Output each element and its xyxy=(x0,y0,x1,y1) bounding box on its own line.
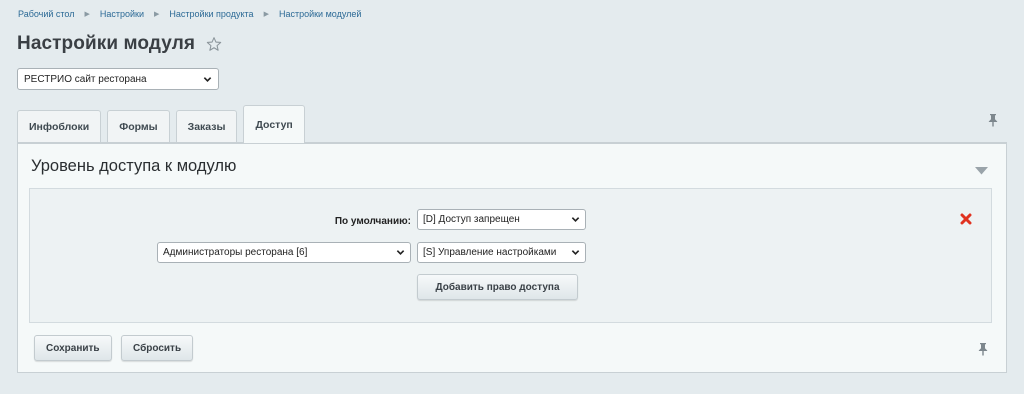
title-row: Настройки модуля xyxy=(17,33,222,55)
site-select[interactable]: РЕСТРИО сайт ресторана xyxy=(17,68,219,90)
breadcrumb-separator-icon: ▶ xyxy=(263,11,269,18)
tab-bar: Инфоблоки Формы Заказы Доступ xyxy=(17,104,311,143)
site-select-value: РЕСТРИО сайт ресторана xyxy=(24,73,147,85)
access-rights-box: По умолчанию: [D] Доступ запрещен Админи… xyxy=(29,188,992,323)
page-title: Настройки модуля xyxy=(17,33,196,54)
breadcrumb-desktop[interactable]: Рабочий стол xyxy=(18,9,75,19)
default-access-value: [D] Доступ запрещен xyxy=(423,214,520,225)
tab-access[interactable]: Доступ xyxy=(243,105,305,143)
pin-icon[interactable] xyxy=(977,342,989,356)
chevron-down-icon xyxy=(571,248,580,257)
tab-iblocks[interactable]: Инфоблоки xyxy=(17,110,102,142)
chevron-down-icon xyxy=(571,215,580,224)
user-group-select[interactable]: Администраторы ресторана [6] xyxy=(157,242,411,263)
breadcrumb-separator-icon: ▶ xyxy=(84,11,90,18)
section-title: Уровень доступа к модулю xyxy=(31,157,237,175)
delete-icon[interactable] xyxy=(960,212,972,225)
reset-button[interactable]: Сбросить xyxy=(121,335,194,361)
access-panel: Уровень доступа к модулю По умолчанию: [… xyxy=(17,142,1007,373)
breadcrumb: Рабочий стол ▶ Настройки ▶ Настройки про… xyxy=(18,9,361,19)
chevron-down-icon xyxy=(396,248,405,257)
chevron-down-icon xyxy=(203,75,212,84)
group-access-select[interactable]: [S] Управление настройками xyxy=(417,242,586,263)
save-button[interactable]: Сохранить xyxy=(34,335,112,361)
pin-icon[interactable] xyxy=(987,113,999,127)
breadcrumb-settings[interactable]: Настройки xyxy=(100,9,144,19)
add-access-right-button[interactable]: Добавить право доступа xyxy=(417,274,578,300)
tab-orders[interactable]: Заказы xyxy=(175,110,238,142)
breadcrumb-separator-icon: ▶ xyxy=(154,11,160,18)
breadcrumb-product-settings[interactable]: Настройки продукта xyxy=(169,9,253,19)
group-access-value: [S] Управление настройками xyxy=(423,247,557,258)
star-icon[interactable] xyxy=(206,36,222,52)
default-access-select[interactable]: [D] Доступ запрещен xyxy=(417,209,586,230)
default-access-label: По умолчанию: xyxy=(334,216,411,227)
user-group-value: Администраторы ресторана [6] xyxy=(163,247,308,258)
breadcrumb-module-settings[interactable]: Настройки модулей xyxy=(279,9,361,19)
collapse-triangle-icon[interactable] xyxy=(975,162,988,175)
tab-forms[interactable]: Формы xyxy=(107,110,170,142)
